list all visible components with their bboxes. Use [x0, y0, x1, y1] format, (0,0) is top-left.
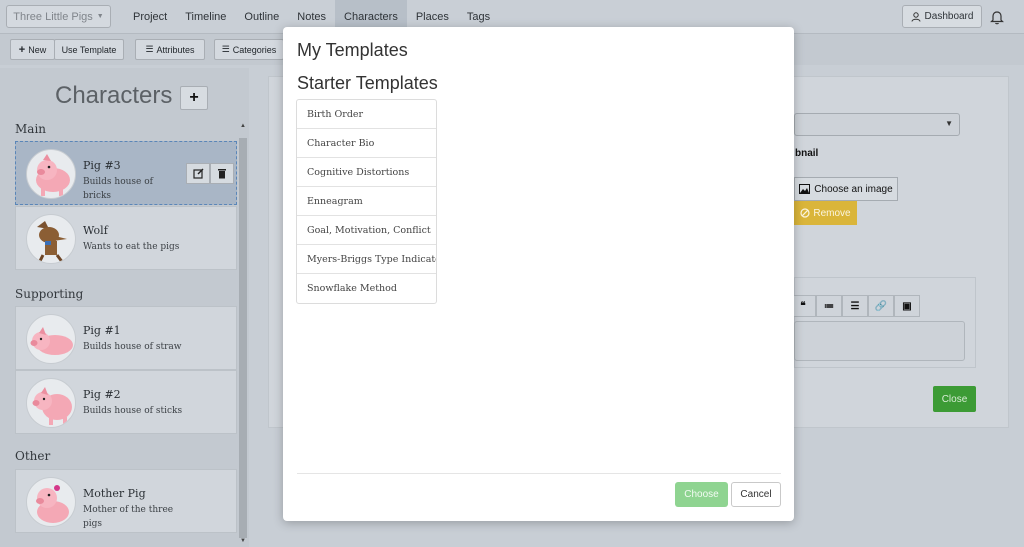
character-desc: Builds house of sticks [83, 406, 183, 416]
template-item[interactable]: Cognitive Distortions [297, 158, 436, 187]
avatar [26, 378, 76, 428]
character-card-pig-1[interactable]: Pig #1 Builds house of straw [15, 306, 237, 370]
choose-image-label: Choose an image [814, 183, 893, 195]
avatar [26, 314, 76, 364]
avatar [26, 149, 76, 199]
template-item[interactable]: Snowflake Method [297, 274, 436, 303]
remove-button[interactable]: Remove [794, 201, 857, 225]
nav-outline[interactable]: Outline [235, 0, 288, 34]
cancel-button[interactable]: Cancel [731, 482, 781, 507]
project-dropdown[interactable]: Three Little Pigs ▼ [6, 5, 111, 28]
character-card-mother-pig[interactable]: Mother Pig Mother of the three pigs [15, 469, 237, 533]
list-icon: ☰ [145, 44, 154, 54]
template-list: Birth Order Character Bio Cognitive Dist… [296, 99, 437, 304]
image-icon [799, 184, 811, 194]
template-item[interactable]: Myers-Briggs Type Indicator [297, 245, 436, 274]
use-template-label: Use Template [61, 44, 117, 55]
avatar [26, 214, 76, 264]
plus-icon: + [18, 43, 26, 56]
thumbnail-label: bnail [795, 148, 819, 159]
chevron-down-icon: ▼ [945, 119, 953, 128]
character-name: Wolf [83, 224, 108, 237]
character-name: Mother Pig [83, 487, 146, 500]
scrollbar[interactable]: ▲ ▼ [238, 118, 248, 547]
character-desc: Builds house of bricks [83, 177, 153, 201]
characters-panel: Characters + Main Pig #3 Builds house of… [0, 68, 249, 547]
ordered-list-icon[interactable]: ≔ [816, 295, 842, 317]
trash-icon [218, 169, 226, 179]
category-select[interactable]: ▼ [794, 113, 960, 136]
character-name: Pig #2 [83, 388, 121, 401]
template-item[interactable]: Enneagram [297, 187, 436, 216]
character-card-pig-2[interactable]: Pig #2 Builds house of sticks [15, 370, 237, 434]
character-card-pig-3[interactable]: Pig #3 Builds house of bricks [15, 141, 237, 205]
dashboard-button[interactable]: Dashboard [902, 5, 982, 28]
bullet-list-icon[interactable]: ☰ [842, 295, 868, 317]
choose-button[interactable]: Choose [675, 482, 728, 507]
scroll-up-icon[interactable]: ▲ [240, 123, 246, 129]
use-template-button[interactable]: Use Template [54, 39, 124, 60]
categories-button[interactable]: ☰ Categories [214, 39, 284, 60]
character-name: Pig #1 [83, 324, 121, 337]
modal-title: My Templates [297, 40, 408, 60]
categories-label: Categories [232, 44, 277, 55]
templates-modal: My Templates Starter Templates Birth Ord… [283, 27, 794, 521]
new-label: New [28, 44, 47, 55]
new-button[interactable]: + New [10, 39, 55, 60]
section-other: Other [15, 449, 51, 463]
nav-timeline[interactable]: Timeline [176, 0, 235, 34]
character-desc: Wants to eat the pigs [83, 242, 180, 252]
template-item[interactable]: Character Bio [297, 129, 436, 158]
character-desc: Builds house of straw [83, 342, 182, 352]
attributes-button[interactable]: ☰ Attributes [135, 39, 205, 60]
starter-templates-title: Starter Templates [297, 73, 438, 93]
scroll-down-icon[interactable]: ▼ [240, 538, 246, 544]
template-item[interactable]: Birth Order [297, 100, 436, 129]
remove-label: Remove [813, 207, 851, 219]
bell-icon[interactable] [990, 9, 1004, 25]
attributes-label: Attributes [156, 44, 195, 55]
edit-icon [192, 168, 203, 179]
panel-title: Characters [55, 82, 173, 109]
close-button[interactable]: Close [933, 386, 976, 412]
avatar [26, 477, 76, 527]
delete-button[interactable] [210, 163, 234, 184]
character-card-wolf[interactable]: Wolf Wants to eat the pigs [15, 206, 237, 270]
list-icon: ☰ [221, 44, 230, 54]
section-main: Main [15, 122, 47, 136]
editor-textarea[interactable] [794, 321, 965, 361]
editor-toolbar: ❝ ≔ ☰ 🔗 ▣ [790, 295, 920, 317]
choose-image-button[interactable]: Choose an image [794, 177, 898, 201]
modal-footer-divider [297, 473, 781, 474]
character-desc: Mother of the three pigs [83, 505, 174, 529]
image-icon[interactable]: ▣ [894, 295, 920, 317]
scroll-thumb[interactable] [239, 138, 247, 538]
caret-down-icon: ▼ [96, 13, 104, 20]
add-character-button[interactable]: + [180, 86, 208, 110]
edit-button[interactable] [186, 163, 210, 184]
template-item[interactable]: Goal, Motivation, Conflict [297, 216, 436, 245]
user-icon [911, 11, 921, 22]
character-name: Pig #3 [83, 159, 121, 172]
nav-project[interactable]: Project [124, 0, 176, 34]
project-name: Three Little Pigs [13, 10, 93, 23]
dashboard-label: Dashboard [924, 11, 974, 22]
section-supporting: Supporting [15, 287, 84, 301]
link-icon[interactable]: 🔗 [868, 295, 894, 317]
ban-icon [800, 208, 810, 218]
